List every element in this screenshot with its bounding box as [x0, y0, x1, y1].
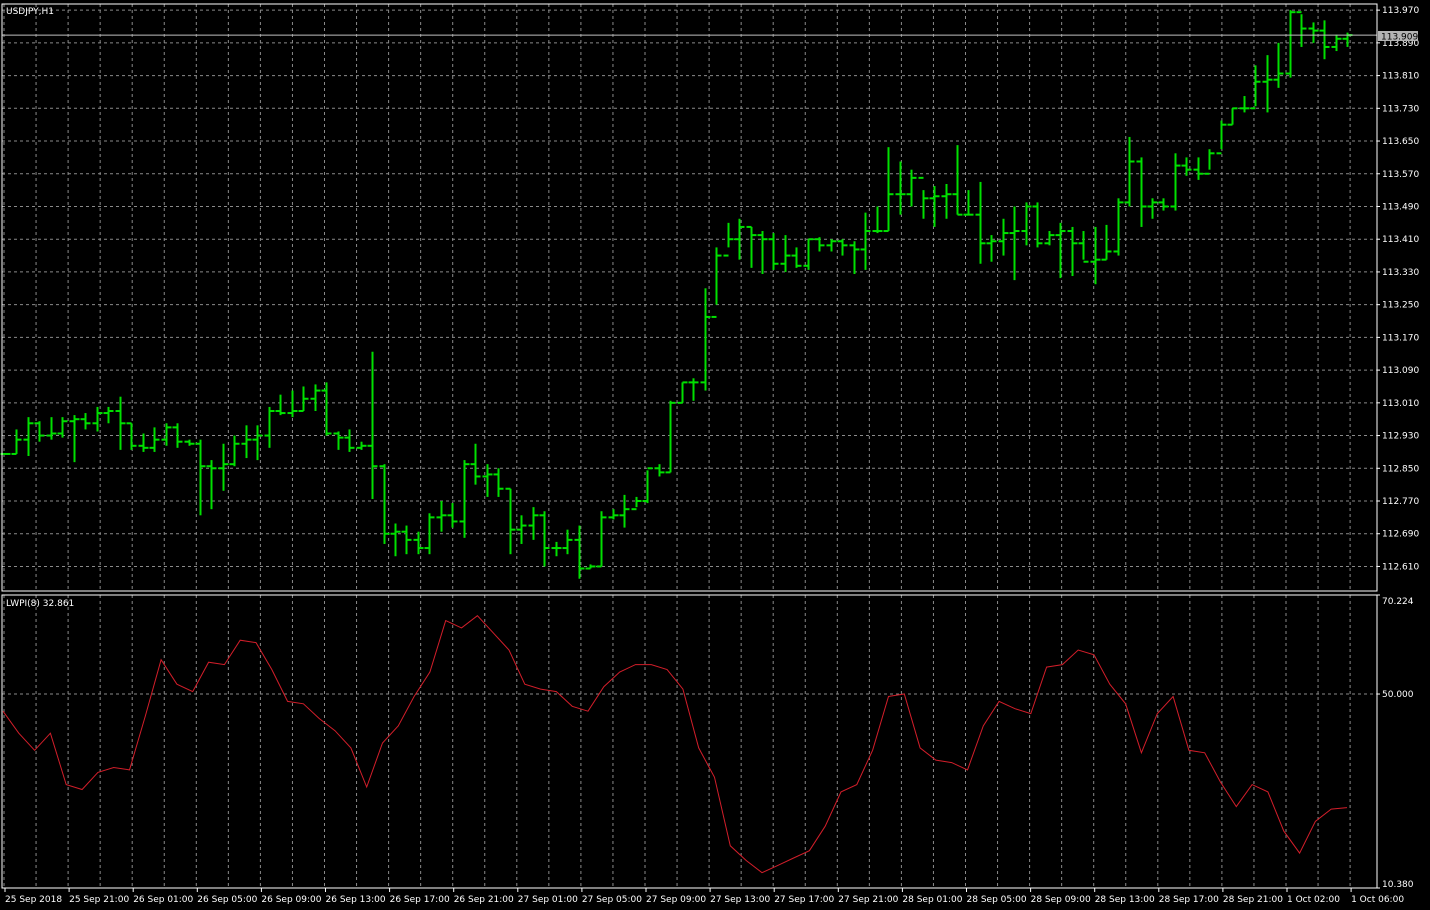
indicator-y-tick-label: 70.224: [1382, 597, 1414, 607]
x-tick-label: 26 Sep 05:00: [197, 895, 257, 905]
y-tick-label: 112.930: [1382, 432, 1419, 442]
x-tick-label: 28 Sep 21:00: [1223, 895, 1283, 905]
y-tick-label: 113.410: [1382, 235, 1419, 245]
x-tick-label: 28 Sep 09:00: [1031, 895, 1091, 905]
x-tick-label: 26 Sep 17:00: [390, 895, 450, 905]
x-tick-label: 1 Oct 06:00: [1351, 895, 1404, 905]
x-tick-label: 28 Sep 17:00: [1159, 895, 1219, 905]
y-tick-label: 113.090: [1382, 366, 1419, 376]
x-tick-label: 25 Sep 21:00: [69, 895, 129, 905]
y-tick-label: 113.570: [1382, 170, 1419, 180]
chart-root: 113.970113.890113.810113.730113.650113.5…: [0, 0, 1430, 910]
y-tick-label: 112.850: [1382, 464, 1419, 474]
x-tick-label: 26 Sep 21:00: [454, 895, 514, 905]
x-tick-label: 27 Sep 05:00: [582, 895, 642, 905]
x-tick-label: 27 Sep 09:00: [646, 895, 706, 905]
x-tick-label: 25 Sep 2018: [5, 895, 62, 905]
indicator-y-tick-label: 10.380: [1382, 880, 1414, 890]
y-tick-label: 113.010: [1382, 399, 1419, 409]
indicator-label: LWPI(8) 32.861: [6, 599, 74, 609]
x-tick-label: 1 Oct 02:00: [1287, 895, 1340, 905]
x-tick-label: 26 Sep 09:00: [261, 895, 321, 905]
x-tick-label: 27 Sep 17:00: [774, 895, 834, 905]
x-tick-label: 26 Sep 13:00: [326, 895, 386, 905]
current-price-label: 113.909: [1381, 33, 1418, 43]
x-tick-label: 28 Sep 01:00: [902, 895, 962, 905]
y-tick-label: 112.610: [1382, 562, 1419, 572]
y-tick-label: 113.970: [1382, 6, 1419, 16]
x-tick-label: 28 Sep 13:00: [1095, 895, 1155, 905]
symbol-label: USDJPY,H1: [6, 7, 54, 17]
y-tick-label: 113.330: [1382, 268, 1419, 278]
y-tick-label: 113.650: [1382, 137, 1419, 147]
x-tick-label: 27 Sep 21:00: [838, 895, 898, 905]
x-tick-label: 27 Sep 01:00: [518, 895, 578, 905]
y-tick-label: 112.690: [1382, 530, 1419, 540]
x-tick-label: 28 Sep 05:00: [967, 895, 1027, 905]
y-tick-label: 113.810: [1382, 72, 1419, 82]
indicator-y-tick-label: 50.000: [1382, 690, 1414, 700]
y-tick-label: 112.770: [1382, 497, 1419, 507]
y-tick-label: 113.730: [1382, 104, 1419, 114]
y-tick-label: 113.170: [1382, 333, 1419, 343]
y-tick-label: 113.250: [1382, 301, 1419, 311]
x-tick-label: 27 Sep 13:00: [710, 895, 770, 905]
x-tick-label: 26 Sep 01:00: [133, 895, 193, 905]
y-tick-label: 113.490: [1382, 202, 1419, 212]
